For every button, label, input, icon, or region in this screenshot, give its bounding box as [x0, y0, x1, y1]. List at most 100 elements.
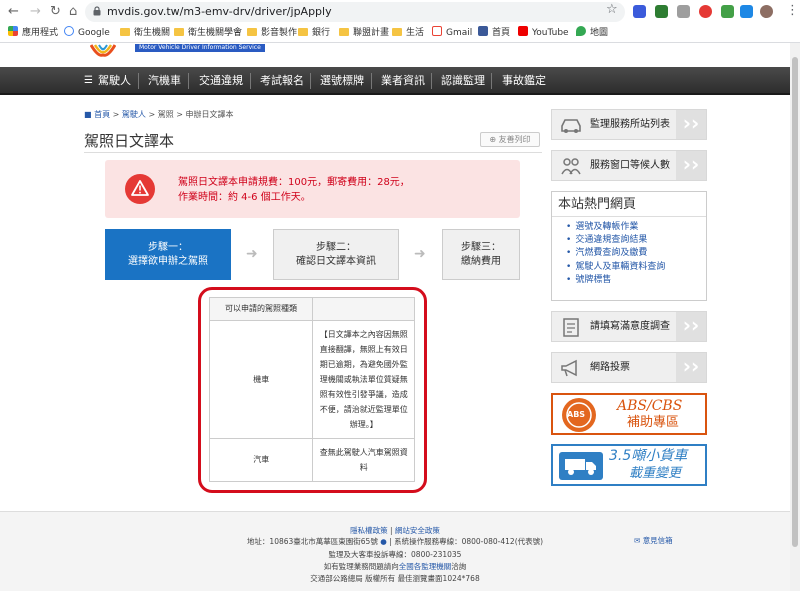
breadcrumb-home[interactable]: 首頁	[94, 110, 110, 119]
alert-time-text: 作業時間：約 4-6 個工作天。	[178, 192, 311, 203]
station-list-label: 監理服務所站列表	[590, 119, 670, 130]
shield-icon[interactable]	[677, 5, 690, 18]
people-icon	[561, 158, 581, 175]
site-logo[interactable]	[90, 43, 116, 57]
menu-icon[interactable]: ☰	[84, 75, 93, 87]
bookmark-label: 首頁	[492, 28, 511, 38]
bookmark-label: 生活	[406, 28, 425, 38]
footer-contact: 如有監理業務問題請向全國各監理機關洽詢	[0, 562, 790, 572]
bookmark-label: Google	[78, 28, 110, 38]
step-label: 繳納費用	[461, 255, 501, 267]
bookmark-gmail[interactable]: Gmail	[432, 26, 472, 40]
survey-button[interactable]: 請填寫滿意度調查 ››	[551, 311, 707, 342]
station-list-button[interactable]: 監理服務所站列表 ››	[551, 109, 707, 140]
scroll-thumb[interactable]	[792, 57, 798, 547]
extension-icon[interactable]	[721, 5, 734, 18]
forward-icon[interactable]: →	[30, 4, 41, 20]
address-bar[interactable]: mvdis.gov.tw/m3-emv-drv/driver/jpApply	[85, 2, 625, 22]
hot-link-plate-auction[interactable]: 號牌標售	[566, 274, 665, 287]
home-icon[interactable]: ⌂	[69, 4, 77, 20]
agencies-link[interactable]: 全國各監理機關	[399, 562, 452, 571]
apps-grid-icon	[8, 26, 18, 36]
hot-link-plate-selection[interactable]: 選號及轉帳作業	[566, 221, 665, 234]
bookmark-folder[interactable]: 影音製作	[247, 26, 297, 40]
chevron-right-icon: ››	[676, 312, 706, 341]
footer-separator: |	[389, 526, 393, 535]
footer-policy-links: 隱私權政策 | 網站安全政策	[0, 526, 790, 536]
mailbox-label: 意見信箱	[642, 536, 673, 545]
bookmark-youtube[interactable]: YouTube	[518, 26, 569, 40]
nav-item-vehicle[interactable]: 汽機車	[148, 74, 181, 88]
nav-item-driver[interactable]: 駕駛人	[98, 74, 131, 88]
privacy-policy-link[interactable]: 隱私權政策	[350, 526, 388, 535]
bookmark-folder[interactable]: 聯盟計畫	[339, 26, 389, 40]
table-header-empty	[312, 297, 415, 321]
security-policy-link[interactable]: 網站安全政策	[395, 526, 440, 535]
feedback-mailbox-link[interactable]: ✉ 意見信箱	[634, 536, 673, 546]
bookmark-folder[interactable]: 衛生機關	[120, 26, 170, 40]
chevron-right-icon: ››	[676, 151, 706, 180]
truck-icon	[559, 452, 603, 480]
step-label: 選擇欲申辦之駕照	[128, 255, 208, 267]
bookmark-label: 衛生機關	[134, 28, 171, 38]
online-vote-button[interactable]: 網路投票 ››	[551, 352, 707, 383]
step-label: 確認日文譯本資訊	[296, 255, 376, 267]
footer-contact-pre: 如有監理業務問題請向	[323, 562, 399, 571]
hot-link-driver-vehicle-query[interactable]: 駕駛人及車輛資料查詢	[566, 261, 665, 274]
extension-icon[interactable]	[740, 5, 753, 18]
bookmark-folder[interactable]: 衛生機關學會	[174, 26, 242, 40]
print-label: 友善列印	[498, 135, 531, 144]
wait-count-button[interactable]: 服務窗口等候人數 ››	[551, 150, 707, 181]
extension-icon[interactable]	[699, 5, 712, 18]
abs-banner-title: ABS/CBS	[617, 398, 683, 414]
bookmark-folder[interactable]: 生活	[392, 26, 424, 40]
browser-window: ← → ↻ ⌂ mvdis.gov.tw/m3-emv-drv/driver/j…	[0, 0, 800, 591]
print-button[interactable]: ⊕ 友善列印	[480, 132, 540, 147]
bookmark-facebook[interactable]: 首頁	[478, 26, 510, 40]
menu-icon[interactable]: ⋮	[786, 3, 799, 19]
youtube-icon	[518, 26, 528, 36]
nav-item-about[interactable]: 認識監理	[441, 74, 485, 88]
maps-icon	[576, 26, 586, 36]
step-number: 步驟一：	[148, 241, 188, 253]
truck-load-change-banner[interactable]: 3.5噸小貨車 載重變更	[551, 444, 707, 486]
bookmark-label: 聯盟計畫	[353, 28, 390, 38]
nav-item-violation[interactable]: 交通違規	[199, 74, 243, 88]
bookmark-folder[interactable]: 銀行	[298, 26, 330, 40]
map-pin-icon[interactable]: ●	[380, 537, 387, 546]
reload-icon[interactable]: ↻	[50, 4, 61, 20]
bookmark-maps[interactable]: 地圖	[576, 26, 608, 40]
breadcrumb-driver[interactable]: 駕駛人	[122, 110, 146, 119]
folder-icon	[392, 28, 402, 36]
nav-item-business[interactable]: 業者資訊	[381, 74, 425, 88]
bookmark-apps[interactable]: 應用程式	[8, 26, 58, 40]
folder-icon	[174, 28, 184, 36]
nav-divider	[431, 73, 432, 89]
car-icon	[561, 119, 581, 133]
bookmark-star-icon[interactable]: ☆	[606, 3, 618, 17]
abs-badge-text: ABS	[567, 410, 586, 419]
breadcrumb-separator: >	[176, 110, 183, 119]
license-type-cell: 機車	[208, 320, 314, 439]
license-type-table: 可以申請的駕照種類 機車 【日文譯本之內容因無照直接翻譯，無照上有效日期已逾期，…	[208, 297, 415, 482]
folder-icon	[339, 28, 349, 36]
extension-icon[interactable]	[655, 5, 668, 18]
nav-item-plate[interactable]: 選號標牌	[320, 74, 364, 88]
bookmark-google[interactable]: Google	[64, 26, 110, 40]
extension-icon[interactable]	[633, 5, 646, 18]
back-icon[interactable]: ←	[8, 4, 19, 20]
folder-icon	[298, 28, 308, 36]
footer-copyright: 交通部公路總局 版權所有	[310, 574, 396, 583]
step-1-select-license[interactable]: 步驟一： 選擇欲申辦之駕照	[105, 229, 231, 280]
hot-link-fuel-fee[interactable]: 汽燃費查詢及繳費	[566, 247, 665, 260]
hot-link-violation-query[interactable]: 交通違規查詢結果	[566, 234, 665, 247]
alert-fee-text: 駕照日文譯本申請規費：100元，郵寄費用：28元，	[178, 177, 410, 188]
abs-cbs-banner[interactable]: ABS ABS/CBS 補助專區	[551, 393, 707, 435]
page-scrollbar[interactable]	[790, 43, 800, 591]
license-note-cell: 查無此駕駛人汽車駕照資料	[312, 438, 415, 482]
google-icon	[64, 26, 74, 36]
avatar[interactable]	[760, 5, 773, 18]
nav-item-exam[interactable]: 考試報名	[260, 74, 304, 88]
nav-item-accident[interactable]: 事故鑑定	[502, 74, 546, 88]
bookmark-label: 衛生機關學會	[188, 28, 243, 38]
